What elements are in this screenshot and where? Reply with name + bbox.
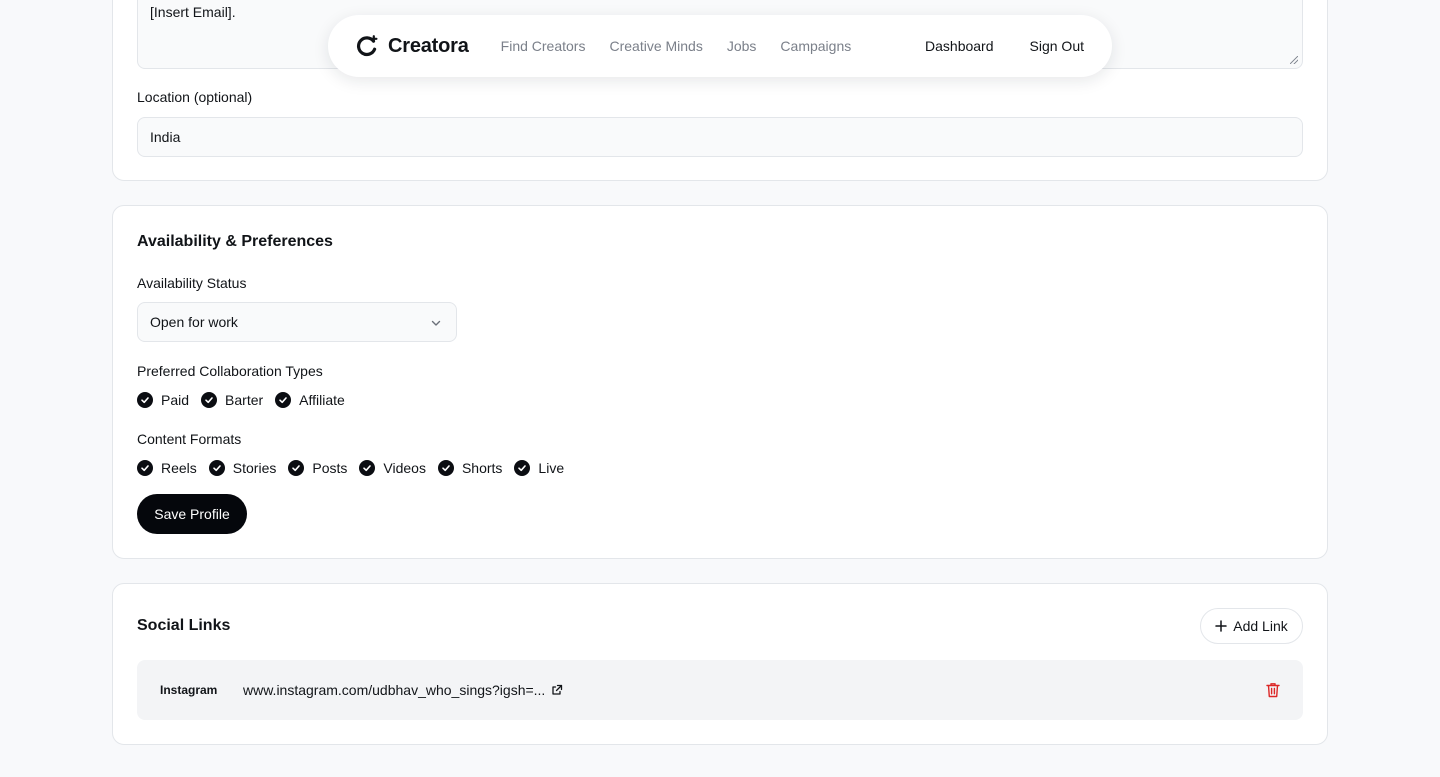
logo-icon: [356, 35, 378, 57]
check-circle-icon: [201, 392, 218, 408]
collab-types-group: Paid Barter Affiliate: [137, 392, 357, 408]
nav-jobs[interactable]: Jobs: [727, 38, 757, 54]
check-circle-icon: [288, 460, 305, 476]
format-stories-checkbox[interactable]: Stories: [208, 460, 277, 476]
social-platform: Instagram: [160, 683, 218, 697]
collab-types-label: Preferred Collaboration Types: [137, 363, 323, 379]
social-url: www.instagram.com/udbhav_who_sings?igsh=…: [243, 682, 546, 698]
location-input[interactable]: India: [137, 117, 1303, 157]
collab-paid-checkbox[interactable]: Paid: [137, 392, 189, 408]
location-label: Location (optional): [137, 89, 253, 105]
trash-icon: [1266, 683, 1280, 698]
format-shorts-checkbox[interactable]: Shorts: [437, 460, 503, 476]
chevron-down-icon: [431, 320, 441, 326]
availability-card: Availability & Preferences Availability …: [112, 205, 1328, 559]
collab-paid-label: Paid: [161, 392, 190, 408]
format-posts-label: Posts: [312, 460, 348, 476]
check-circle-icon: [137, 460, 153, 476]
availability-status-select[interactable]: Open for work: [137, 302, 457, 342]
brand-logo[interactable]: Creatora: [356, 35, 469, 58]
content-formats-group: Reels Stories Posts Videos Shorts Live: [137, 460, 576, 476]
add-link-button[interactable]: Add Link: [1200, 608, 1303, 644]
content-formats-label: Content Formats: [137, 431, 242, 447]
check-circle-icon: [437, 460, 454, 476]
check-circle-icon: [275, 392, 292, 408]
add-link-label: Add Link: [1233, 618, 1288, 634]
format-shorts-label: Shorts: [461, 460, 503, 476]
nav-campaigns[interactable]: Campaigns: [780, 38, 851, 54]
save-profile-button[interactable]: Save Profile: [137, 494, 247, 534]
check-circle-icon: [359, 460, 376, 476]
nav-find-creators[interactable]: Find Creators: [501, 38, 586, 54]
sign-out-button[interactable]: Sign Out: [1030, 38, 1084, 54]
availability-status-label: Availability Status: [137, 275, 247, 291]
format-posts-checkbox[interactable]: Posts: [288, 460, 347, 476]
brand-name: Creatora: [388, 34, 469, 57]
collab-affiliate-label: Affiliate: [299, 392, 345, 408]
check-circle-icon: [137, 392, 153, 408]
navbar: Creatora Find Creators Creative Minds Jo…: [328, 15, 1112, 77]
nav-actions: Dashboard Sign Out: [925, 38, 1084, 54]
format-reels-label: Reels: [161, 460, 197, 476]
delete-link-button[interactable]: [1266, 682, 1280, 698]
format-stories-label: Stories: [232, 460, 277, 476]
nav-links: Find Creators Creative Minds Jobs Campai…: [501, 38, 852, 54]
availability-title: Availability & Preferences: [137, 233, 333, 250]
collab-affiliate-checkbox[interactable]: Affiliate: [275, 392, 345, 408]
plus-icon: [1215, 620, 1227, 632]
resize-handle[interactable]: [1290, 56, 1298, 64]
textarea-value: [Insert Email].: [150, 4, 236, 20]
social-link-row: Instagram www.instagram.com/udbhav_who_s…: [137, 660, 1303, 720]
social-links-title: Social Links: [137, 617, 231, 634]
nav-creative-minds[interactable]: Creative Minds: [609, 38, 702, 54]
format-videos-label: Videos: [383, 460, 426, 476]
collab-barter-label: Barter: [225, 392, 264, 408]
location-value: India: [150, 129, 181, 145]
format-reels-checkbox[interactable]: Reels: [137, 460, 197, 476]
format-live-checkbox[interactable]: Live: [514, 460, 564, 476]
collab-barter-checkbox[interactable]: Barter: [201, 392, 263, 408]
format-videos-checkbox[interactable]: Videos: [359, 460, 426, 476]
social-url-link[interactable]: www.instagram.com/udbhav_who_sings?igsh=…: [243, 682, 563, 698]
availability-status-value: Open for work: [150, 314, 238, 330]
page: [Insert Email]. Location (optional) Indi…: [0, 0, 1440, 777]
check-circle-icon: [208, 460, 225, 476]
dashboard-link[interactable]: Dashboard: [925, 38, 994, 54]
external-link-icon: [552, 684, 563, 695]
check-circle-icon: [514, 460, 531, 476]
format-live-label: Live: [538, 460, 565, 476]
social-links-card: Social Links Add Link Instagram www.inst…: [112, 583, 1328, 745]
